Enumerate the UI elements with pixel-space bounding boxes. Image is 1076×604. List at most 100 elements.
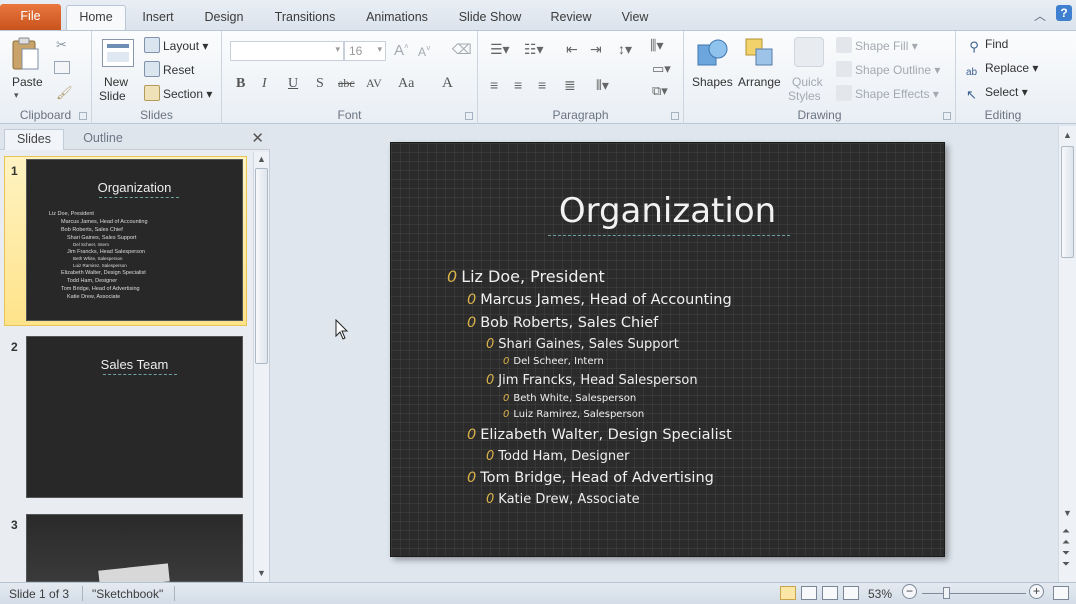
scroll-up-arrow-icon[interactable]: ▲ <box>257 154 266 164</box>
char-spacing-button[interactable]: AV <box>366 76 382 91</box>
align-center-icon[interactable]: ≡ <box>514 77 522 93</box>
shape-outline-button[interactable]: Shape Outline ▾ <box>836 61 940 77</box>
font-launcher-icon[interactable] <box>465 112 473 120</box>
bullet-item[interactable]: 0 Katie Drew, Associate <box>486 492 640 507</box>
shape-effects-button[interactable]: Shape Effects ▾ <box>836 85 939 101</box>
find-button[interactable]: ⚲ Find <box>966 37 1008 55</box>
bold-button[interactable]: B <box>236 76 245 92</box>
align-right-icon[interactable]: ≡ <box>538 77 546 93</box>
slide-scrollbar[interactable]: ▲ ▼ ⏶ ⏶ ⏷ ⏷ <box>1058 126 1076 582</box>
scroll-down-arrow-icon[interactable]: ▼ <box>257 568 266 578</box>
zoom-out-button[interactable]: − <box>902 584 917 599</box>
scroll-down-arrow-icon[interactable]: ▼ <box>1063 508 1072 518</box>
line-spacing-icon[interactable]: ↕▾ <box>618 41 632 58</box>
bullet-item[interactable]: 0 Tom Bridge, Head of Advertising <box>467 470 714 486</box>
decrease-indent-icon[interactable]: ⇤ <box>566 41 578 58</box>
section-button[interactable]: Section ▾ <box>144 85 212 101</box>
pane-scrollbar[interactable]: ▲ ▼ <box>253 152 269 582</box>
tab-slide-show[interactable]: Slide Show <box>450 6 530 30</box>
strikethrough-button[interactable]: abc <box>338 76 355 91</box>
tab-transitions[interactable]: Transitions <box>264 6 346 30</box>
fit-slide-to-window-icon[interactable] <box>1053 586 1069 600</box>
underline-button[interactable]: U <box>288 76 298 92</box>
tab-view[interactable]: View <box>612 6 658 30</box>
tab-file[interactable]: File <box>0 4 61 30</box>
scroll-up-arrow-icon[interactable]: ▲ <box>1063 130 1072 140</box>
shadow-button[interactable]: S <box>316 76 324 92</box>
zoom-slider-track[interactable] <box>922 593 1026 594</box>
clear-formatting-icon[interactable]: ⌫ <box>452 41 472 58</box>
slide-thumbnail-1[interactable]: Organization Liz Doe, President Marcus J… <box>26 159 243 321</box>
bullet-item[interactable]: 0 Liz Doe, President <box>447 267 605 286</box>
layout-button[interactable]: Layout ▾ <box>144 37 208 53</box>
smartart-icon[interactable]: ⧉▾ <box>652 83 668 99</box>
grow-font-icon[interactable]: A˄ <box>394 42 409 59</box>
bullet-item[interactable]: 0 Beth White, Salesperson <box>503 393 636 404</box>
next-slide-icon[interactable]: ⏷ ⏷ <box>1062 548 1070 570</box>
zoom-in-button[interactable]: + <box>1029 584 1044 599</box>
format-painter-icon[interactable]: 🖌 <box>56 85 73 101</box>
help-icon[interactable]: ? <box>1056 5 1072 21</box>
paste-dropdown-icon[interactable]: ▾ <box>14 90 19 101</box>
numbering-icon[interactable]: ☷▾ <box>524 41 544 58</box>
quick-styles-button-line1[interactable]: Quick <box>792 75 823 89</box>
font-color-button[interactable]: A <box>442 75 453 92</box>
current-slide[interactable]: Organization 0 Liz Doe, President 0 Marcus… <box>390 142 945 557</box>
tab-home[interactable]: Home <box>66 5 126 31</box>
columns-icon[interactable]: ⫴▾ <box>596 77 609 94</box>
bullet-item[interactable]: 0 Del Scheer, Intern <box>503 356 604 367</box>
reset-button[interactable]: Reset <box>144 61 194 77</box>
tab-animations[interactable]: Animations <box>356 6 438 30</box>
paragraph-launcher-icon[interactable] <box>671 112 679 120</box>
shape-fill-button[interactable]: Shape Fill ▾ <box>836 37 918 53</box>
slide-show-view-icon[interactable] <box>843 586 859 600</box>
bullet-item[interactable]: 0 Jim Francks, Head Salesperson <box>486 373 698 388</box>
increase-indent-icon[interactable]: ⇥ <box>590 41 602 58</box>
drawing-launcher-icon[interactable] <box>943 112 951 120</box>
bullet-item[interactable]: 0 Marcus James, Head of Accounting <box>467 292 732 308</box>
shrink-font-icon[interactable]: A˅ <box>418 44 431 59</box>
shapes-button[interactable]: Shapes <box>692 75 733 89</box>
font-name-box[interactable]: ▾ <box>230 41 344 61</box>
paste-button[interactable]: Paste <box>12 75 43 89</box>
bullets-icon[interactable]: ☰▾ <box>490 41 510 58</box>
slide-scrollbar-thumb[interactable] <box>1061 146 1074 258</box>
copy-icon[interactable] <box>54 61 70 74</box>
reading-view-icon[interactable] <box>822 586 838 600</box>
tab-slides-pane[interactable]: Slides <box>4 129 64 150</box>
bullet-item[interactable]: 0 Bob Roberts, Sales Chief <box>467 315 658 331</box>
slide-thumbnail-2[interactable]: Sales Team <box>26 336 243 498</box>
zoom-level[interactable]: 53% <box>868 587 892 601</box>
clipboard-launcher-icon[interactable] <box>79 112 87 120</box>
tab-outline-pane[interactable]: Outline <box>70 129 136 150</box>
close-icon[interactable]: ✕ <box>251 129 264 147</box>
select-button[interactable]: ↖ Select ▾ <box>966 85 1028 103</box>
font-size-box[interactable]: 16 ▾ <box>344 41 386 61</box>
previous-slide-icon[interactable]: ⏶ ⏶ <box>1062 526 1070 548</box>
bullet-item[interactable]: 0 Luiz Ramirez, Salesperson <box>503 409 644 420</box>
italic-button[interactable]: I <box>262 76 267 92</box>
arrange-button[interactable]: Arrange <box>738 75 781 89</box>
new-slide-button-line1[interactable]: New <box>104 75 128 89</box>
normal-view-icon[interactable] <box>780 586 796 600</box>
justify-icon[interactable]: ≣ <box>564 77 576 94</box>
slide-sorter-view-icon[interactable] <box>801 586 817 600</box>
quick-styles-button-line2[interactable]: Styles <box>788 89 821 103</box>
tab-design[interactable]: Design <box>196 6 252 30</box>
align-text-icon[interactable]: ▭▾ <box>652 61 671 77</box>
bullet-item[interactable]: 0 Shari Gaines, Sales Support <box>486 337 679 352</box>
bullet-item[interactable]: 0 Todd Ham, Designer <box>486 449 630 464</box>
pane-scrollbar-thumb[interactable] <box>255 168 268 364</box>
cut-icon[interactable]: ✂ <box>56 37 67 53</box>
tab-insert[interactable]: Insert <box>132 6 184 30</box>
tab-review[interactable]: Review <box>542 6 600 30</box>
align-left-icon[interactable]: ≡ <box>490 77 498 93</box>
text-direction-icon[interactable]: ⫼▾ <box>650 37 663 54</box>
change-case-button[interactable]: Aa <box>398 76 414 92</box>
bullet-item[interactable]: 0 Elizabeth Walter, Design Specialist <box>467 427 732 443</box>
slide-thumbnail-3[interactable] <box>26 514 243 589</box>
replace-button[interactable]: ab Replace ▾ <box>966 61 1038 83</box>
slide-title[interactable]: Organization <box>391 191 944 231</box>
minimize-ribbon-icon[interactable]: ︿ <box>1034 7 1046 24</box>
new-slide-button-line2[interactable]: Slide <box>99 89 126 103</box>
